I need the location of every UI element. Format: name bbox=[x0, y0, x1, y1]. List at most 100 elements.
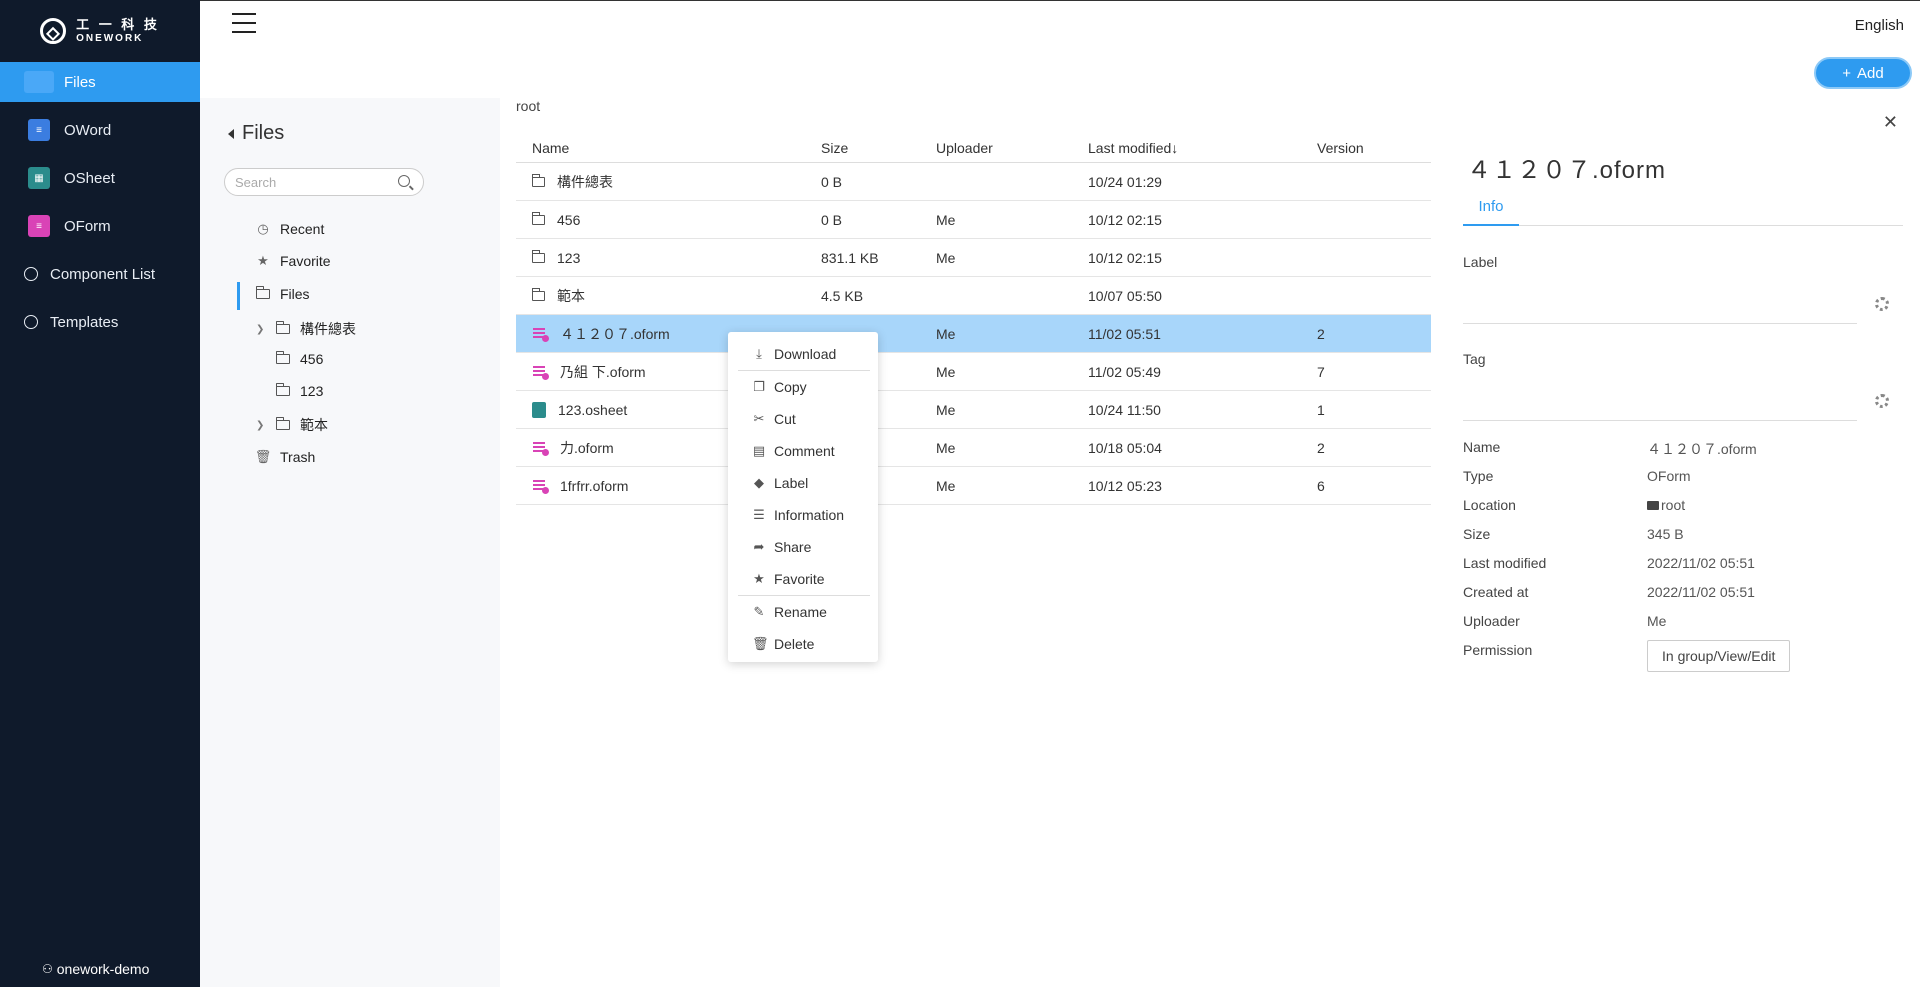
file-modified: 11/02 05:51 bbox=[1088, 325, 1161, 342]
tree-title[interactable]: Files bbox=[228, 122, 284, 145]
table-row[interactable]: 123.osheet Me 10/24 11:50 1 bbox=[516, 391, 1431, 429]
brand-logo[interactable]: 工 一 科 技 ONEWORK bbox=[0, 0, 200, 62]
plus-icon: + bbox=[1842, 64, 1852, 82]
active-indicator bbox=[237, 282, 240, 310]
file-size: 0 B bbox=[821, 211, 843, 228]
column-version[interactable]: Version bbox=[1317, 140, 1431, 156]
table-row[interactable]: 123 831.1 KB Me 10/12 02:15 bbox=[516, 239, 1431, 277]
folder-icon bbox=[275, 351, 290, 364]
detail-panel: ✕ ４１２０７.oform Info Label Tag Name ４１２０７.… bbox=[1445, 98, 1920, 987]
location-label: root bbox=[1661, 497, 1686, 513]
file-uploader: Me bbox=[936, 211, 956, 228]
menu-item-information[interactable]: ☰ Information bbox=[728, 499, 878, 531]
menu-item-copy[interactable]: ❐ Copy bbox=[728, 371, 878, 403]
chevron-right-icon[interactable]: ❯ bbox=[256, 324, 266, 335]
menu-item-delete[interactable]: 🗑 Delete bbox=[728, 628, 878, 660]
menu-item-cut[interactable]: ✂ Cut bbox=[728, 403, 878, 435]
table-row[interactable]: 範本 4.5 KB 10/07 05:50 bbox=[516, 277, 1431, 315]
user-name: onework-demo bbox=[56, 961, 150, 977]
tree-item-files[interactable]: Files bbox=[255, 286, 310, 302]
gear-icon[interactable] bbox=[1875, 394, 1889, 408]
table-row[interactable]: 1frfrr.oform Me 10/12 05:23 6 bbox=[516, 467, 1431, 505]
column-name[interactable]: Name bbox=[516, 140, 821, 156]
menu-item-label: Label bbox=[774, 475, 809, 491]
info-list-icon: ☰ bbox=[753, 507, 765, 522]
oform-icon bbox=[532, 364, 549, 380]
prop-key: Size bbox=[1463, 526, 1491, 542]
search-icon[interactable] bbox=[398, 175, 410, 187]
file-modified: 11/02 05:49 bbox=[1088, 363, 1161, 380]
file-uploader: Me bbox=[936, 477, 956, 494]
sidebar-item-label: Files bbox=[64, 73, 96, 91]
tab-info[interactable]: Info bbox=[1463, 188, 1519, 226]
folder-icon bbox=[531, 287, 545, 301]
tree-item-recent[interactable]: ◷ Recent bbox=[256, 221, 324, 237]
file-name: 乃組 下.oform bbox=[560, 363, 646, 380]
sidebar-item-oform[interactable]: ≡ OForm bbox=[0, 206, 200, 246]
sidebar-item-templates[interactable]: Templates bbox=[0, 302, 200, 342]
prop-key: Last modified bbox=[1463, 555, 1547, 571]
oform-icon: ≡ bbox=[28, 215, 50, 237]
menu-item-share[interactable]: ➦ Share bbox=[728, 531, 878, 563]
file-version: 1 bbox=[1317, 401, 1325, 418]
menu-item-label[interactable]: ◆ Label bbox=[728, 467, 878, 499]
share-icon: ➦ bbox=[753, 539, 765, 554]
table-row[interactable]: 乃組 下.oform Me 11/02 05:49 7 bbox=[516, 353, 1431, 391]
tree-item-favorite[interactable]: ★ Favorite bbox=[256, 253, 331, 269]
file-table: Name Size Uploader Last modified↓ Versio… bbox=[516, 133, 1431, 505]
sidebar-item-component-list[interactable]: Component List bbox=[0, 254, 200, 294]
table-row[interactable]: 456 0 B Me 10/12 02:15 bbox=[516, 201, 1431, 239]
file-name: 範本 bbox=[557, 287, 585, 304]
collapse-icon[interactable] bbox=[228, 128, 234, 139]
close-icon[interactable]: ✕ bbox=[1883, 112, 1898, 133]
table-row-selected[interactable]: ４１２０７.oform Me 11/02 05:51 2 bbox=[516, 315, 1431, 353]
sidebar-item-files[interactable]: Files bbox=[0, 62, 200, 102]
trash-icon: 🗑 bbox=[752, 636, 769, 651]
user-account[interactable]: ⚇ onework-demo bbox=[42, 961, 149, 977]
tree-item-label: Favorite bbox=[280, 253, 331, 269]
menu-icon[interactable] bbox=[232, 13, 256, 33]
menu-item-download[interactable]: ⤓ Download bbox=[728, 338, 878, 370]
search-input[interactable] bbox=[224, 168, 424, 196]
file-modified: 10/12 02:15 bbox=[1088, 249, 1162, 266]
file-name: 456 bbox=[557, 211, 581, 228]
add-button-label: Add bbox=[1857, 64, 1884, 82]
prop-key: Uploader bbox=[1463, 613, 1520, 629]
sidebar-item-label: OWord bbox=[64, 121, 112, 139]
file-modified: 10/24 01:29 bbox=[1088, 173, 1162, 190]
column-last-modified[interactable]: Last modified↓ bbox=[1088, 140, 1317, 156]
tree-item-folder-template[interactable]: ❯ 範本 bbox=[256, 415, 328, 435]
language-selector[interactable]: English bbox=[1855, 17, 1904, 34]
menu-item-comment[interactable]: ▤ Comment bbox=[728, 435, 878, 467]
file-modified: 10/07 05:50 bbox=[1088, 287, 1162, 304]
permission-button[interactable]: In group/View/Edit bbox=[1647, 640, 1791, 672]
sidebar-item-oword[interactable]: ≡ OWord bbox=[0, 110, 200, 150]
comment-icon: ▤ bbox=[752, 443, 766, 458]
label-field-input[interactable] bbox=[1463, 323, 1857, 324]
column-uploader[interactable]: Uploader bbox=[936, 140, 1088, 156]
table-row[interactable]: 構件總表 0 B 10/24 01:29 bbox=[516, 163, 1431, 201]
add-button[interactable]: + Add bbox=[1814, 57, 1912, 89]
table-row[interactable]: 力.oform Me 10/18 05:04 2 bbox=[516, 429, 1431, 467]
menu-item-favorite[interactable]: ★ Favorite bbox=[728, 563, 878, 595]
prop-value-location[interactable]: root bbox=[1647, 497, 1685, 513]
oform-icon bbox=[532, 478, 549, 494]
sidebar-item-osheet[interactable]: ▦ OSheet bbox=[0, 158, 200, 198]
copy-icon: ❐ bbox=[753, 379, 765, 394]
gear-icon[interactable] bbox=[1875, 297, 1889, 311]
user-icon: ⚇ bbox=[42, 962, 53, 976]
tree-item-folder-123[interactable]: 123 bbox=[275, 383, 323, 399]
tree-item-folder-1[interactable]: ❯ 構件總表 bbox=[256, 319, 356, 339]
history-icon: ◷ bbox=[257, 221, 269, 236]
tree-item-folder-456[interactable]: 456 bbox=[275, 351, 323, 367]
menu-item-rename[interactable]: ✎ Rename bbox=[728, 596, 878, 628]
tree-item-trash[interactable]: 🗑 Trash bbox=[255, 449, 316, 465]
prop-value-modified: 2022/11/02 05:51 bbox=[1647, 555, 1755, 571]
column-size[interactable]: Size bbox=[821, 140, 936, 156]
label-icon: ◆ bbox=[754, 475, 764, 490]
file-modified: 10/18 05:04 bbox=[1088, 439, 1162, 456]
tag-field-input[interactable] bbox=[1463, 420, 1857, 421]
breadcrumb[interactable]: root bbox=[516, 98, 540, 114]
chevron-right-icon[interactable]: ❯ bbox=[256, 420, 266, 431]
star-icon: ★ bbox=[753, 571, 765, 586]
